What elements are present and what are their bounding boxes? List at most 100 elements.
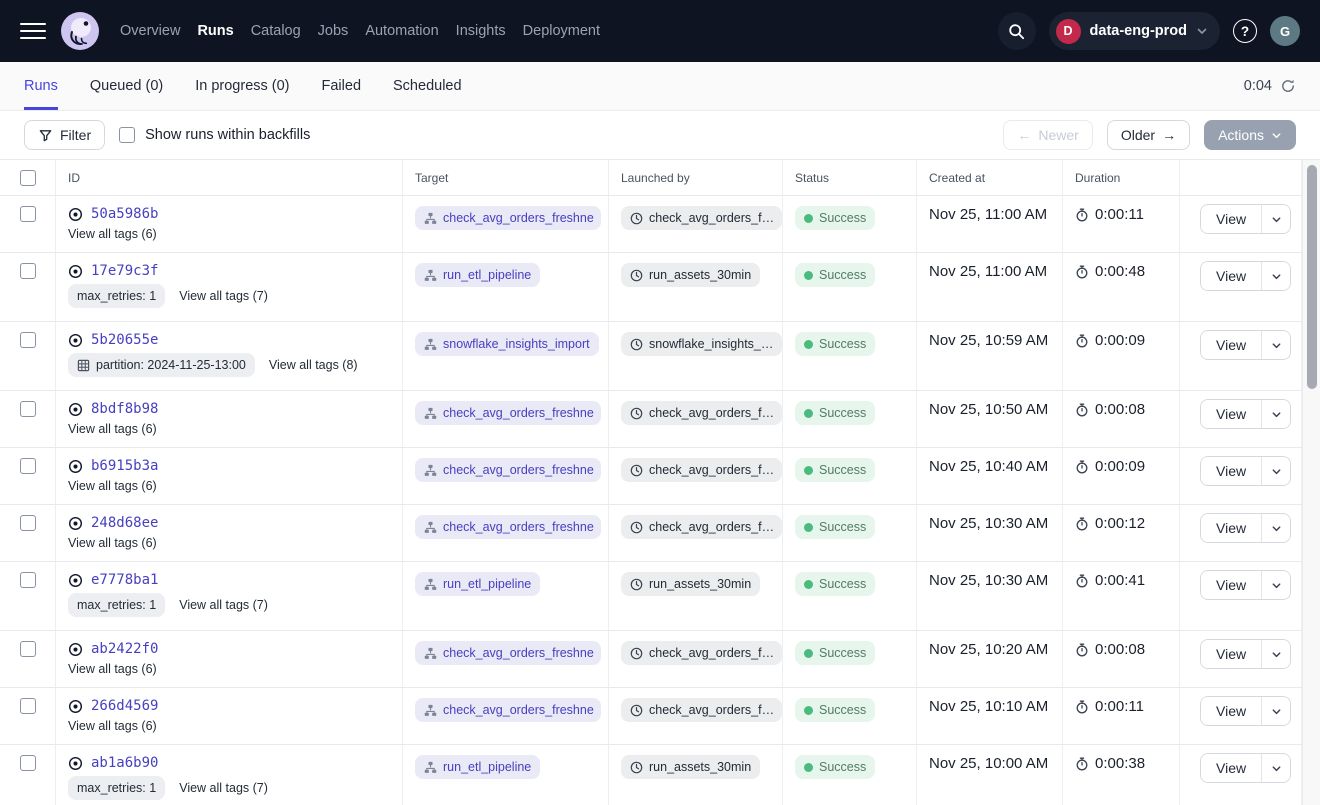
launched-by-pill[interactable]: check_avg_orders_f… — [621, 206, 782, 230]
target-pill[interactable]: check_avg_orders_freshne — [415, 641, 601, 665]
status-badge[interactable]: Success — [795, 263, 875, 287]
target-pill[interactable]: check_avg_orders_freshne — [415, 401, 601, 425]
view-button[interactable]: View — [1201, 754, 1261, 782]
row-checkbox[interactable] — [20, 206, 36, 222]
launched-by-pill[interactable]: run_assets_30min — [621, 263, 760, 287]
view-menu-button[interactable] — [1261, 571, 1290, 599]
refresh-icon[interactable] — [1280, 78, 1296, 94]
actions-button[interactable]: Actions — [1204, 120, 1296, 150]
top-nav-item-automation[interactable]: Automation — [365, 23, 438, 39]
view-all-tags-link[interactable]: View all tags (6) — [68, 536, 157, 550]
view-menu-button[interactable] — [1261, 754, 1290, 782]
filter-button[interactable]: Filter — [24, 120, 105, 150]
run-id-link[interactable]: 50a5986b — [91, 206, 158, 222]
status-badge[interactable]: Success — [795, 332, 875, 356]
older-button[interactable]: Older → — [1107, 120, 1190, 150]
status-badge[interactable]: Success — [795, 698, 875, 722]
row-checkbox[interactable] — [20, 401, 36, 417]
view-menu-button[interactable] — [1261, 697, 1290, 725]
select-all-checkbox[interactable] — [20, 170, 36, 186]
run-id-link[interactable]: ab1a6b90 — [91, 755, 158, 771]
view-all-tags-link[interactable]: View all tags (8) — [269, 358, 358, 372]
launched-by-pill[interactable]: run_assets_30min — [621, 572, 760, 596]
view-menu-button[interactable] — [1261, 514, 1290, 542]
run-id-link[interactable]: b6915b3a — [91, 458, 158, 474]
run-tag[interactable]: max_retries: 1 — [68, 776, 165, 800]
view-menu-button[interactable] — [1261, 400, 1290, 428]
tab-scheduled[interactable]: Scheduled — [393, 62, 462, 110]
tab-in-progress-0[interactable]: In progress (0) — [195, 62, 289, 110]
status-badge[interactable]: Success — [795, 401, 875, 425]
status-badge[interactable]: Success — [795, 755, 875, 779]
view-all-tags-link[interactable]: View all tags (7) — [179, 781, 268, 795]
run-tag[interactable]: max_retries: 1 — [68, 593, 165, 617]
deployment-switcher[interactable]: D data-eng-prod — [1049, 12, 1220, 50]
top-nav-item-runs[interactable]: Runs — [197, 23, 233, 39]
row-checkbox[interactable] — [20, 572, 36, 588]
target-pill[interactable]: check_avg_orders_freshne — [415, 698, 601, 722]
tab-failed[interactable]: Failed — [322, 62, 362, 110]
status-badge[interactable]: Success — [795, 206, 875, 230]
run-id-link[interactable]: ab2422f0 — [91, 641, 158, 657]
status-badge[interactable]: Success — [795, 458, 875, 482]
launched-by-pill[interactable]: snowflake_insights_… — [621, 332, 782, 356]
backfills-checkbox[interactable] — [119, 127, 135, 143]
launched-by-pill[interactable]: check_avg_orders_f… — [621, 698, 782, 722]
view-button[interactable]: View — [1201, 331, 1261, 359]
target-pill[interactable]: run_etl_pipeline — [415, 263, 540, 287]
view-menu-button[interactable] — [1261, 262, 1290, 290]
view-button[interactable]: View — [1201, 457, 1261, 485]
run-id-link[interactable]: 17e79c3f — [91, 263, 158, 279]
view-all-tags-link[interactable]: View all tags (7) — [179, 598, 268, 612]
launched-by-pill[interactable]: run_assets_30min — [621, 755, 760, 779]
run-id-link[interactable]: 8bdf8b98 — [91, 401, 158, 417]
user-avatar[interactable]: G — [1270, 16, 1300, 46]
target-pill[interactable]: run_etl_pipeline — [415, 572, 540, 596]
top-nav-item-deployment[interactable]: Deployment — [523, 23, 600, 39]
tab-queued-0[interactable]: Queued (0) — [90, 62, 163, 110]
run-tag[interactable]: max_retries: 1 — [68, 284, 165, 308]
search-button[interactable] — [998, 12, 1036, 50]
view-all-tags-link[interactable]: View all tags (6) — [68, 662, 157, 676]
row-checkbox[interactable] — [20, 458, 36, 474]
status-badge[interactable]: Success — [795, 641, 875, 665]
target-pill[interactable]: check_avg_orders_freshne — [415, 515, 601, 539]
run-id-link[interactable]: e7778ba1 — [91, 572, 158, 588]
view-all-tags-link[interactable]: View all tags (7) — [179, 289, 268, 303]
run-id-link[interactable]: 248d68ee — [91, 515, 158, 531]
help-icon[interactable]: ? — [1233, 19, 1257, 43]
top-nav-item-overview[interactable]: Overview — [120, 23, 180, 39]
tab-runs[interactable]: Runs — [24, 62, 58, 110]
row-checkbox[interactable] — [20, 515, 36, 531]
launched-by-pill[interactable]: check_avg_orders_f… — [621, 515, 782, 539]
row-checkbox[interactable] — [20, 698, 36, 714]
row-checkbox[interactable] — [20, 332, 36, 348]
row-checkbox[interactable] — [20, 641, 36, 657]
target-pill[interactable]: snowflake_insights_import — [415, 332, 599, 356]
view-button[interactable]: View — [1201, 640, 1261, 668]
view-all-tags-link[interactable]: View all tags (6) — [68, 227, 157, 241]
target-pill[interactable]: check_avg_orders_freshne — [415, 458, 601, 482]
view-menu-button[interactable] — [1261, 205, 1290, 233]
target-pill[interactable]: run_etl_pipeline — [415, 755, 540, 779]
newer-button[interactable]: ← Newer — [1003, 120, 1092, 150]
view-button[interactable]: View — [1201, 262, 1261, 290]
view-button[interactable]: View — [1201, 400, 1261, 428]
run-id-link[interactable]: 266d4569 — [91, 698, 158, 714]
row-checkbox[interactable] — [20, 263, 36, 279]
top-nav-item-insights[interactable]: Insights — [456, 23, 506, 39]
status-badge[interactable]: Success — [795, 515, 875, 539]
view-button[interactable]: View — [1201, 205, 1261, 233]
top-nav-item-jobs[interactable]: Jobs — [318, 23, 349, 39]
view-all-tags-link[interactable]: View all tags (6) — [68, 422, 157, 436]
view-button[interactable]: View — [1201, 697, 1261, 725]
view-all-tags-link[interactable]: View all tags (6) — [68, 479, 157, 493]
row-checkbox[interactable] — [20, 755, 36, 771]
launched-by-pill[interactable]: check_avg_orders_f… — [621, 641, 782, 665]
vertical-scrollbar[interactable] — [1302, 160, 1320, 805]
launched-by-pill[interactable]: check_avg_orders_f… — [621, 401, 782, 425]
view-menu-button[interactable] — [1261, 457, 1290, 485]
run-id-link[interactable]: 5b20655e — [91, 332, 158, 348]
run-tag[interactable]: partition: 2024-11-25-13:00 — [68, 353, 255, 377]
view-menu-button[interactable] — [1261, 331, 1290, 359]
